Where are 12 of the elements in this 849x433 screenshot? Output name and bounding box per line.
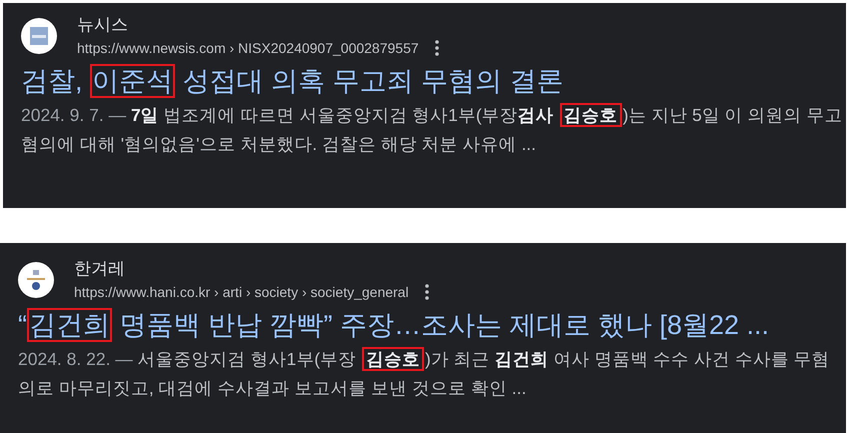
- result-title-link[interactable]: 검찰, 이준석 성접대 의혹 무고죄 무혐의 결론: [21, 63, 828, 99]
- site-logo-icon: [21, 18, 57, 54]
- result-url: https://www.newsis.com › NISX20240907_0002879557: [77, 39, 419, 58]
- site-logo-icon: [18, 262, 54, 298]
- result-url: https://www.hani.co.kr › arti › society › society_general: [74, 283, 409, 302]
- more-options-icon[interactable]: [434, 40, 439, 56]
- result-title-link[interactable]: “김건희 명품백 반납 깜빡” 주장…조사는 제대로 했나 [8월22 ...: [18, 307, 828, 343]
- site-name: 뉴시스: [77, 14, 129, 36]
- site-name: 한겨레: [74, 258, 126, 280]
- more-options-icon[interactable]: [424, 284, 429, 300]
- result-snippet: 2024. 9. 7. — 7일 법조계에 따르면 서울중앙지검 형사1부(부장검사 김승호 )는 지난 5일 이 의원의 무고 혐의에 대해 '혐의없음'으로 처분했다. 검찰은 해당 처분 사유에 ...: [21, 102, 844, 156]
- result-snippet: 2024. 8. 22. — 서울중앙지검 형사1부(부장 김승호 )가 최근 김건희 여사 명품백 수수 사건 수사를 무혐의로 마무리짓고, 대검에 수사결과 보고서를 보낸 것으로 확인 ...: [18, 346, 831, 400]
